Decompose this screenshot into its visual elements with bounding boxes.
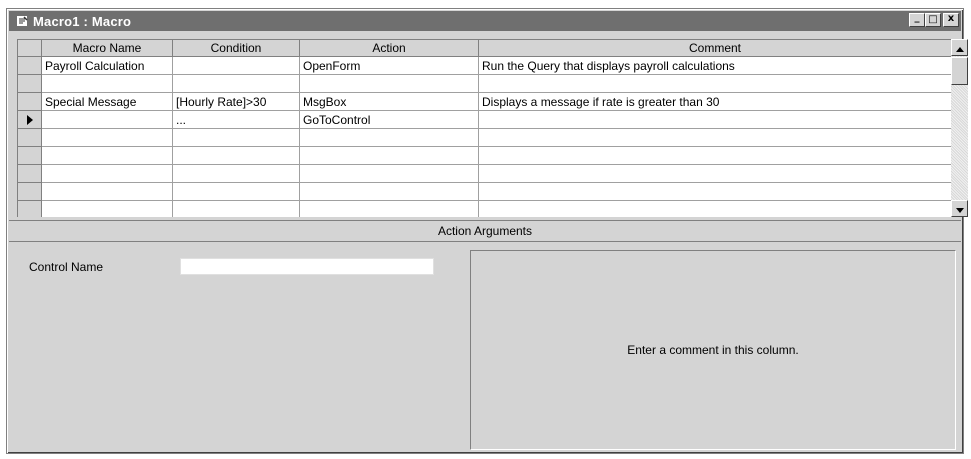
macro-name-cell[interactable]: Special Message <box>41 92 173 111</box>
row-selector[interactable] <box>17 128 42 147</box>
control-name-label: Control Name <box>29 260 104 274</box>
scroll-down-arrow-icon <box>955 202 964 216</box>
action-cell[interactable]: GoToControl <box>299 110 479 129</box>
maximize-icon: □ <box>928 14 938 25</box>
table-row <box>17 146 951 165</box>
condition-cell[interactable] <box>172 200 300 217</box>
comment-cell[interactable] <box>478 74 951 93</box>
table-row <box>17 200 951 217</box>
macro-name-cell[interactable] <box>41 146 173 165</box>
comment-cell[interactable]: Displays a message if rate is greater th… <box>478 92 951 111</box>
row-selector[interactable] <box>17 164 42 183</box>
table-row-current: ... GoToControl <box>17 110 951 129</box>
table-row <box>17 74 951 93</box>
macro-icon <box>15 14 29 28</box>
macro-name-cell[interactable] <box>41 164 173 183</box>
close-icon: x <box>947 13 955 24</box>
table-row <box>17 164 951 183</box>
column-header-comment[interactable]: Comment <box>478 39 951 57</box>
macro-name-cell[interactable] <box>41 182 173 201</box>
action-arguments-header: Action Arguments <box>9 220 961 242</box>
row-selector[interactable] <box>17 74 42 93</box>
comment-cell[interactable] <box>478 164 951 183</box>
window-title: Macro1 : Macro <box>33 13 132 29</box>
condition-cell[interactable] <box>172 56 300 75</box>
row-selector[interactable] <box>17 56 42 75</box>
table-row: Special Message [Hourly Rate]>30 MsgBox … <box>17 92 951 111</box>
scroll-down-button[interactable] <box>951 200 968 217</box>
comment-cell[interactable] <box>478 200 951 217</box>
comment-cell[interactable] <box>478 110 951 129</box>
condition-cell[interactable] <box>172 74 300 93</box>
table-row: Payroll Calculation OpenForm Run the Que… <box>17 56 951 75</box>
row-selector[interactable] <box>17 92 42 111</box>
minimize-button[interactable]: _ <box>909 13 925 27</box>
macro-name-cell[interactable]: Payroll Calculation <box>41 56 173 75</box>
comment-cell[interactable]: Run the Query that displays payroll calc… <box>478 56 951 75</box>
comment-cell[interactable] <box>478 182 951 201</box>
select-all-cell[interactable] <box>17 39 42 57</box>
row-selector[interactable] <box>17 146 42 165</box>
minimize-icon: _ <box>914 12 920 23</box>
vertical-scrollbar[interactable] <box>951 39 968 217</box>
action-cell[interactable]: MsgBox <box>299 92 479 111</box>
scroll-up-button[interactable] <box>951 39 968 56</box>
macro-table: Macro Name Condition Action Comment Payr… <box>17 39 951 217</box>
condition-cell[interactable]: ... <box>172 110 300 129</box>
table-row <box>17 182 951 201</box>
column-header-condition[interactable]: Condition <box>172 39 300 57</box>
scroll-up-arrow-icon <box>955 41 964 55</box>
macro-name-cell[interactable] <box>41 110 173 129</box>
row-selector[interactable] <box>17 182 42 201</box>
condition-cell[interactable]: [Hourly Rate]>30 <box>172 92 300 111</box>
action-cell[interactable] <box>299 200 479 217</box>
action-cell[interactable] <box>299 182 479 201</box>
macro-name-cell[interactable] <box>41 200 173 217</box>
table-row <box>17 128 951 147</box>
header-row: Macro Name Condition Action Comment <box>17 39 951 57</box>
maximize-button[interactable]: □ <box>925 13 941 27</box>
action-cell[interactable] <box>299 146 479 165</box>
condition-cell[interactable] <box>172 164 300 183</box>
help-text: Enter a comment in this column. <box>627 343 799 357</box>
action-cell[interactable] <box>299 74 479 93</box>
macro-window: Macro1 : Macro _ □ x Macro Name Conditio… <box>6 8 968 454</box>
row-selector[interactable] <box>17 110 42 129</box>
comment-cell[interactable] <box>478 128 951 147</box>
action-cell[interactable]: OpenForm <box>299 56 479 75</box>
action-cell[interactable] <box>299 164 479 183</box>
condition-cell[interactable] <box>172 146 300 165</box>
control-name-field[interactable] <box>180 258 434 275</box>
condition-cell[interactable] <box>172 182 300 201</box>
row-pointer-icon <box>19 112 41 128</box>
column-header-macro-name[interactable]: Macro Name <box>41 39 173 57</box>
macro-name-cell[interactable] <box>41 128 173 147</box>
help-panel: Enter a comment in this column. <box>470 250 956 450</box>
macro-grid: Macro Name Condition Action Comment Payr… <box>17 39 951 217</box>
scrollbar-thumb[interactable] <box>951 57 968 85</box>
macro-name-cell[interactable] <box>41 74 173 93</box>
action-cell[interactable] <box>299 128 479 147</box>
close-button[interactable]: x <box>943 13 959 27</box>
title-bar[interactable]: Macro1 : Macro _ □ x <box>9 11 961 31</box>
condition-cell[interactable] <box>172 128 300 147</box>
comment-cell[interactable] <box>478 146 951 165</box>
row-selector[interactable] <box>17 200 42 217</box>
column-header-action[interactable]: Action <box>299 39 479 57</box>
